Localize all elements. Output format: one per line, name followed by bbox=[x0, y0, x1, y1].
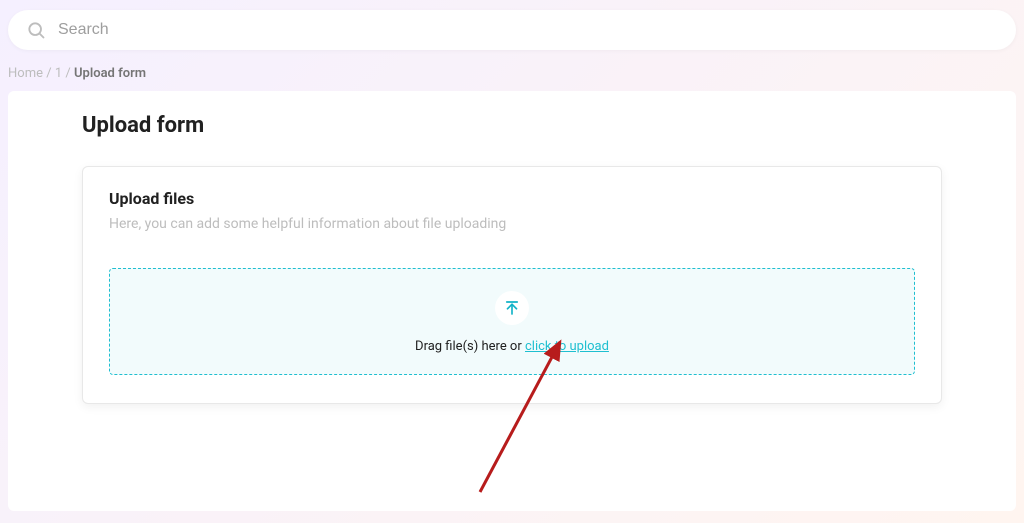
breadcrumb-current: Upload form bbox=[74, 66, 146, 81]
breadcrumb-item-home[interactable]: Home bbox=[8, 66, 43, 81]
search-box[interactable] bbox=[8, 10, 1016, 50]
card-subtitle: Here, you can add some helpful informati… bbox=[109, 216, 915, 232]
upload-icon bbox=[495, 291, 529, 325]
search-bar-container bbox=[0, 0, 1024, 60]
breadcrumb-item-1[interactable]: 1 bbox=[55, 66, 62, 81]
breadcrumb-separator: / bbox=[65, 66, 70, 81]
search-icon bbox=[26, 20, 46, 40]
main-content: Upload form Upload files Here, you can a… bbox=[8, 91, 1016, 511]
breadcrumb: Home / 1 / Upload form bbox=[0, 60, 1024, 91]
dropzone-text: Drag file(s) here or click to upload bbox=[120, 339, 904, 354]
card-title: Upload files bbox=[109, 189, 915, 208]
page-title: Upload form bbox=[82, 113, 942, 138]
dropzone-text-prefix: Drag file(s) here or bbox=[415, 339, 525, 354]
click-to-upload-link[interactable]: click to upload bbox=[525, 339, 609, 354]
upload-card: Upload files Here, you can add some help… bbox=[82, 166, 942, 404]
breadcrumb-separator: / bbox=[46, 66, 51, 81]
search-input[interactable] bbox=[58, 21, 998, 39]
file-dropzone[interactable]: Drag file(s) here or click to upload bbox=[109, 268, 915, 375]
